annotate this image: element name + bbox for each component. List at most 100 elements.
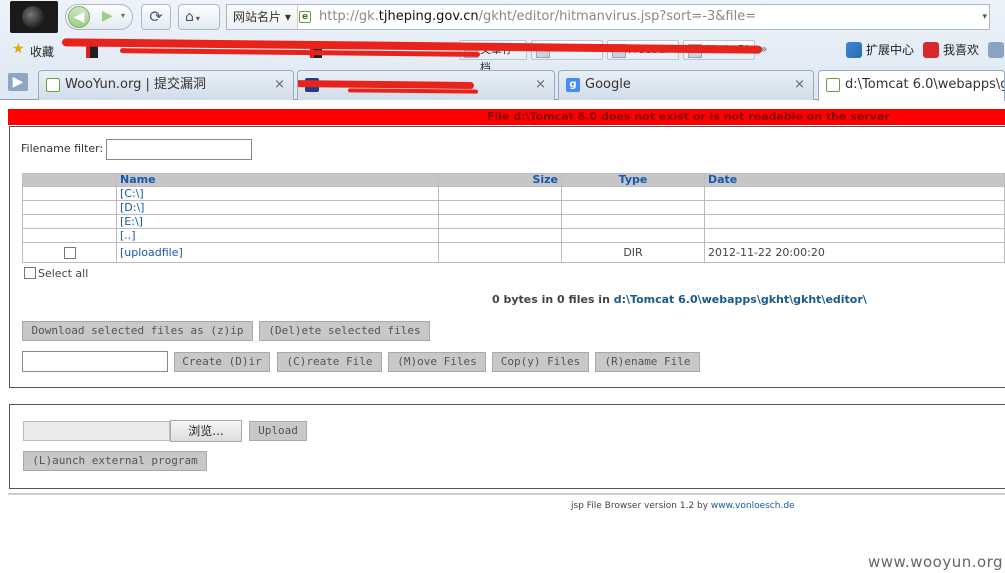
- extension-center-button[interactable]: 扩展中心: [846, 40, 914, 62]
- summary-path: d:\Tomcat 6.0\webapps\gkht\gkht\editor\: [613, 293, 867, 306]
- drive-e-link[interactable]: [E:\]: [120, 215, 143, 228]
- summary-text: 0 bytes in 0 files in: [492, 293, 614, 306]
- tab-close-icon[interactable]: ×: [274, 71, 285, 99]
- move-files-button[interactable]: (M)ove Files: [388, 352, 486, 372]
- favorites-star-icon[interactable]: ★: [12, 41, 25, 57]
- uploadfile-dir-link[interactable]: [uploadfile]: [120, 246, 183, 259]
- back-forward-group: ◀ ▶ ▾: [65, 4, 133, 30]
- size-column-header[interactable]: Size: [438, 173, 562, 187]
- browser-chrome: ◀ ▶ ▾ ⟳ ⌂ ▾ 网站名片 ▾ e http://gk.tjheping.g…: [0, 0, 1005, 101]
- upload-file-field[interactable]: [23, 421, 170, 441]
- row-checkbox[interactable]: [63, 247, 76, 259]
- tab-google[interactable]: g Google ×: [558, 70, 814, 100]
- type-column-header[interactable]: Type: [561, 173, 705, 187]
- date-cell: [704, 200, 1005, 215]
- launch-program-button[interactable]: (L)aunch external program: [23, 451, 207, 471]
- rename-file-button[interactable]: (R)ename File: [595, 352, 700, 372]
- filename-filter-label: Filename filter:: [21, 142, 104, 155]
- create-dir-button[interactable]: Create (D)ir: [174, 352, 270, 372]
- parent-dir-link[interactable]: [..]: [120, 229, 136, 242]
- reload-icon: ⟳: [149, 7, 163, 26]
- reload-button[interactable]: ⟳: [141, 4, 171, 30]
- footer: jsp File Browser version 1.2 by www.vonl…: [571, 501, 795, 511]
- forward-arrow-icon[interactable]: ▶: [102, 8, 113, 24]
- select-all-label: Select all: [38, 267, 89, 280]
- browse-button[interactable]: 浏览...: [170, 420, 242, 442]
- directory-summary: 0 bytes in 0 files in d:\Tomcat 6.0\weba…: [492, 293, 867, 306]
- tab-label: d:\Tomcat 6.0\webapps\gkht: [845, 77, 1004, 92]
- favorites-button[interactable]: 我喜欢: [923, 40, 979, 62]
- select-cell: [22, 242, 117, 263]
- tab-redacted[interactable]: ×: [297, 70, 555, 100]
- address-bar[interactable]: 网站名片 ▾ e http://gk.tjheping.gov.cn/gkht/…: [226, 4, 990, 30]
- site-card-dropdown-icon: ▾: [284, 10, 291, 24]
- select-cell: [22, 186, 117, 201]
- select-all[interactable]: Select all: [24, 267, 88, 280]
- page-root: ◀ ▶ ▾ ⟳ ⌂ ▾ 网站名片 ▾ e http://gk.tjheping.g…: [0, 0, 1005, 573]
- back-arrow-icon[interactable]: ◀: [68, 6, 90, 28]
- delete-selected-button[interactable]: (Del)ete selected files: [259, 321, 430, 341]
- date-cell: [704, 228, 1005, 243]
- new-name-input[interactable]: [22, 351, 168, 372]
- tab-label: Google: [585, 77, 631, 92]
- more-extension-button[interactable]: [988, 40, 1005, 62]
- type-cell: [561, 186, 705, 201]
- address-dropdown-icon[interactable]: ▾: [982, 12, 987, 22]
- size-cell: [438, 242, 562, 263]
- table-row: [uploadfile] DIR 2012-11-22 20:00:20: [22, 242, 1005, 263]
- drive-c-link[interactable]: [C:\]: [120, 187, 144, 200]
- name-cell: [C:\]: [116, 186, 439, 201]
- select-cell: [22, 200, 117, 215]
- footer-text: jsp File Browser version 1.2 by: [571, 501, 711, 511]
- error-banner: File d:\Tomcat 6.0 does not exist or is …: [8, 109, 1005, 125]
- filename-filter-input[interactable]: [106, 139, 252, 160]
- type-cell: [561, 228, 705, 243]
- site-card-button[interactable]: 网站名片 ▾: [227, 5, 298, 29]
- extension-center-label: 扩展中心: [866, 43, 915, 57]
- tab-wooyun[interactable]: WooYun.org | 提交漏洞 ×: [38, 70, 294, 100]
- size-cell: [438, 186, 562, 201]
- footer-link[interactable]: www.vonloesch.de: [711, 501, 795, 511]
- history-dropdown-icon[interactable]: ▾: [121, 11, 125, 20]
- select-all-checkbox[interactable]: [24, 267, 36, 279]
- tab-close-icon[interactable]: ×: [535, 71, 546, 99]
- select-cell: [22, 214, 117, 229]
- home-dropdown-icon[interactable]: ▾: [196, 14, 200, 23]
- tab-favicon-icon: [826, 78, 840, 92]
- file-table: Name Size Type Date [C:\] [D:\] [E:\] [.…: [22, 173, 1005, 263]
- type-cell: [561, 214, 705, 229]
- size-cell: [438, 200, 562, 215]
- redaction-scribble: [347, 88, 479, 94]
- favorites-label[interactable]: 收藏: [30, 43, 54, 60]
- bookmarks-more-icon[interactable]: »: [760, 42, 767, 56]
- home-button[interactable]: ⌂ ▾: [178, 4, 220, 30]
- name-column-header[interactable]: Name: [116, 173, 439, 187]
- name-cell: [uploadfile]: [116, 242, 439, 263]
- drive-d-link[interactable]: [D:\]: [120, 201, 144, 214]
- name-cell: [..]: [116, 228, 439, 243]
- create-file-button[interactable]: (C)reate File: [277, 352, 382, 372]
- size-cell: [438, 214, 562, 229]
- table-row: [E:\]: [22, 214, 1005, 229]
- tab-strip: ▶ WooYun.org | 提交漏洞 × × g Google × d:\To…: [0, 66, 1005, 101]
- download-zip-button[interactable]: Download selected files as (z)ip: [22, 321, 253, 341]
- date-column-header[interactable]: Date: [704, 173, 1005, 187]
- tab-active-tomcat[interactable]: d:\Tomcat 6.0\webapps\gkht: [818, 70, 1005, 101]
- url-text[interactable]: http://gk.tjheping.gov.cn/gkht/editor/hi…: [319, 5, 756, 29]
- url-prefix: http://gk.: [319, 9, 379, 24]
- sidebar-toggle-icon[interactable]: ▶: [8, 73, 28, 91]
- tab-close-icon[interactable]: ×: [794, 71, 805, 99]
- copy-files-button[interactable]: Cop(y) Files: [492, 352, 589, 372]
- tab-favicon-icon: [46, 78, 60, 92]
- type-cell: DIR: [561, 242, 705, 263]
- site-card-label: 网站名片: [233, 10, 282, 24]
- select-cell: [22, 228, 117, 243]
- url-path: /gkht/editor/hitmanvirus.jsp?sort=-3&fil…: [478, 9, 757, 24]
- bookmarks-bar: ★ 收藏 文章存档 Freebuf Chu's Bl » 扩展中心 我喜欢: [0, 36, 1005, 74]
- grid-icon: [988, 42, 1004, 58]
- date-cell: [704, 186, 1005, 201]
- table-row: [D:\]: [22, 200, 1005, 215]
- upload-button[interactable]: Upload: [249, 421, 307, 441]
- favorites-button-label: 我喜欢: [943, 43, 980, 57]
- date-cell: 2012-11-22 20:00:20: [704, 242, 1005, 263]
